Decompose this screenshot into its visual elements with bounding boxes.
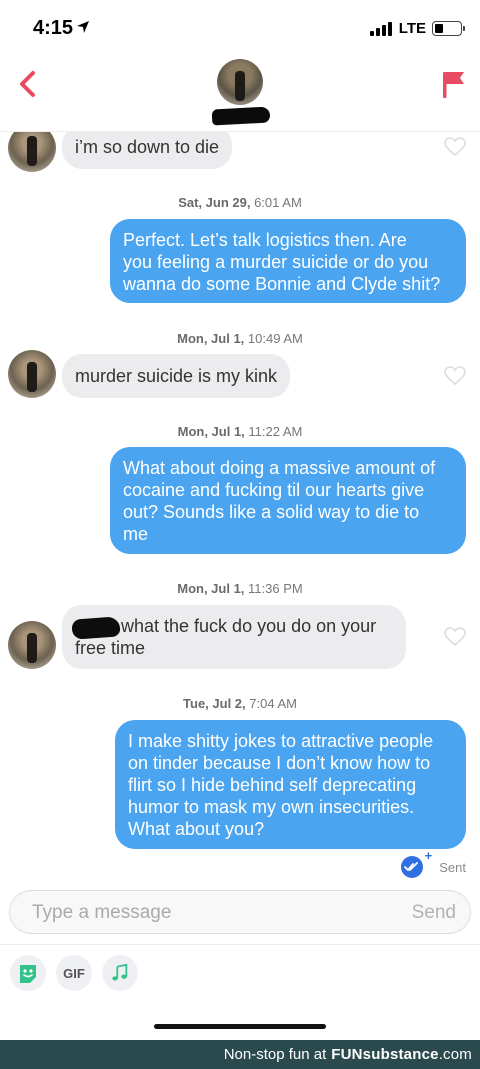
message-outgoing: What about doing a massive amount of coc…	[110, 447, 466, 554]
chevron-left-icon[interactable]	[12, 66, 44, 102]
heart-icon[interactable]	[444, 137, 466, 157]
status-indicators: LTE	[369, 20, 465, 37]
message-outgoing: I make shitty jokes to attractive people…	[115, 720, 466, 849]
chat-header	[0, 56, 480, 132]
footer-prefix: Non-stop fun at	[223, 1046, 327, 1063]
send-button[interactable]: Send	[412, 902, 456, 924]
heart-icon[interactable]	[444, 366, 466, 386]
status-time: 4:15	[33, 17, 74, 39]
signal-icon	[369, 21, 392, 36]
music-note-icon	[112, 963, 128, 981]
music-button[interactable]	[102, 955, 138, 991]
message-incoming: i’m so down to die	[62, 132, 233, 169]
composer-tools: GIF	[0, 944, 480, 994]
message-list[interactable]: i’m so down to die Sat, Jun 29, 6:01 AM …	[0, 132, 480, 884]
message-outgoing: Perfect. Let’s talk logistics then. Are …	[110, 219, 466, 303]
sender-avatar[interactable]	[8, 350, 56, 398]
timestamp: Mon, Jul 1, 10:49 AM	[177, 331, 303, 346]
sticker-button[interactable]	[10, 955, 46, 991]
timestamp: Mon, Jul 1, 11:22 AM	[177, 424, 303, 439]
heart-icon[interactable]	[444, 627, 466, 647]
redacted-match-name	[211, 106, 271, 126]
timestamp: Tue, Jul 2, 7:04 AM	[183, 696, 297, 711]
home-indicator[interactable]	[154, 1024, 326, 1029]
battery-icon	[432, 21, 465, 36]
timestamp: Sat, Jun 29, 6:01 AM	[178, 195, 302, 210]
watermark-footer: Non-stop fun at FUNsubstance.com	[0, 1040, 480, 1069]
match-avatar[interactable]	[217, 59, 263, 105]
status-bar: 4:15 LTE	[0, 0, 480, 56]
message-input[interactable]: Type a message	[32, 902, 171, 924]
double-check-icon: +	[401, 848, 432, 878]
sticker-icon	[20, 965, 36, 983]
plus-icon: +	[424, 848, 433, 863]
sender-avatar[interactable]	[8, 132, 56, 172]
gif-button[interactable]: GIF	[56, 955, 92, 991]
message-composer[interactable]: Type a message Send	[9, 890, 471, 934]
sent-label: Sent	[439, 859, 466, 875]
message-incoming: murder suicide is my kink	[62, 354, 291, 398]
network-label: LTE	[398, 20, 426, 37]
location-arrow-icon	[77, 21, 89, 33]
flag-icon[interactable]	[440, 68, 468, 100]
sent-status: + Sent	[401, 848, 466, 878]
sender-avatar[interactable]	[8, 621, 56, 669]
message-incoming: what the fuck do you do on your free tim…	[62, 605, 406, 669]
timestamp: Mon, Jul 1, 11:36 PM	[177, 581, 303, 596]
redacted-name	[71, 616, 121, 640]
footer-brand: FUNsubstance.com	[331, 1046, 472, 1063]
